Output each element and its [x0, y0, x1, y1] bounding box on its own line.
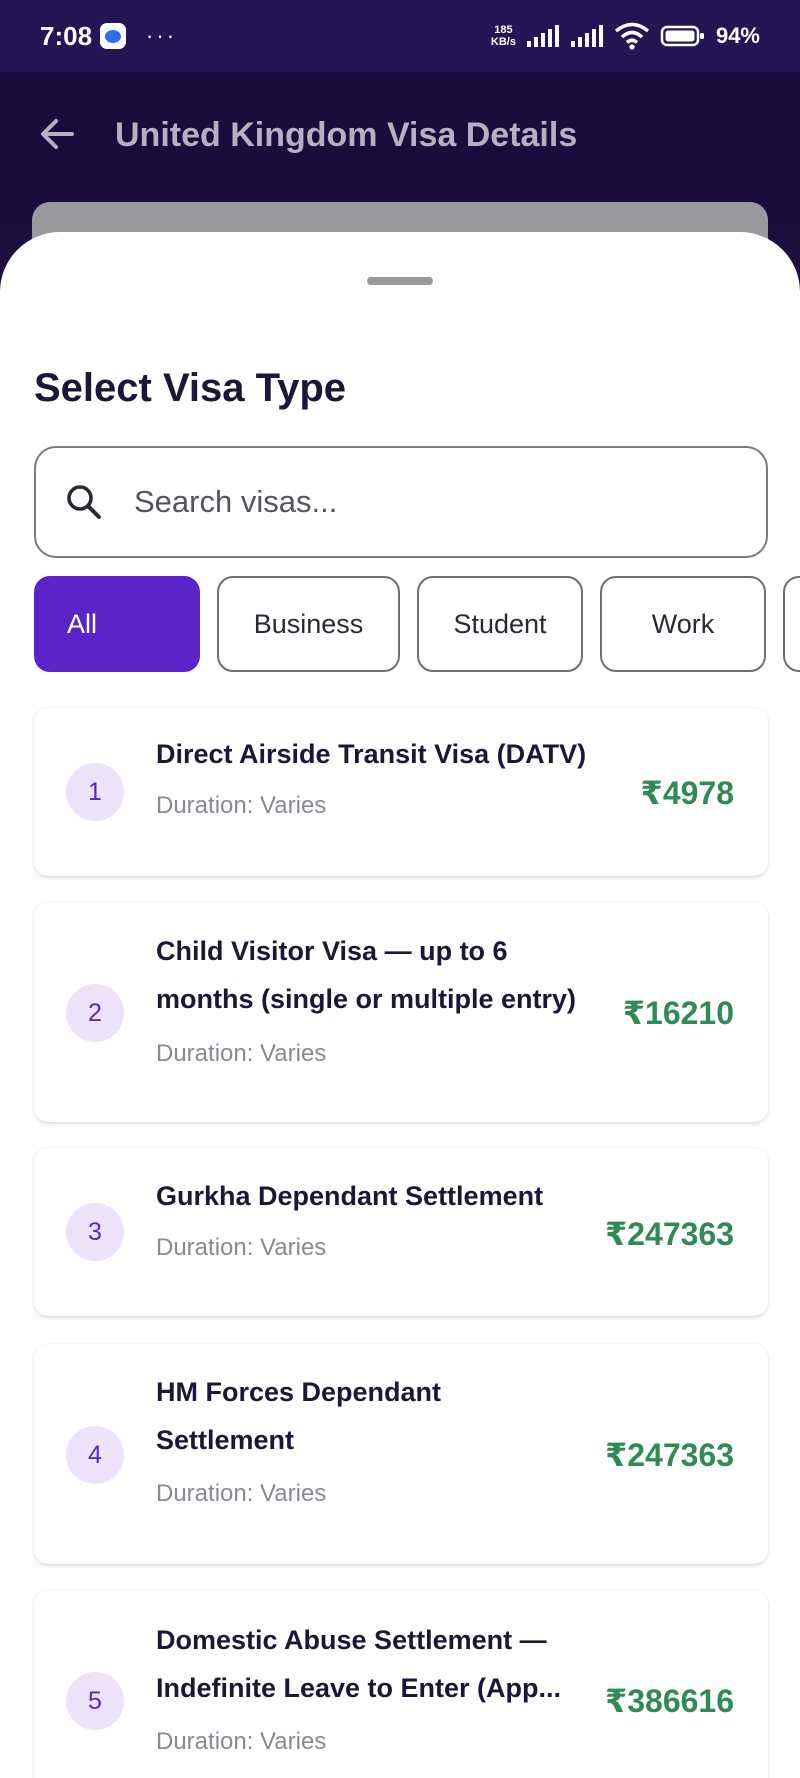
battery-icon — [660, 25, 704, 47]
visa-name: Direct Airside Transit Visa (DATV) — [156, 739, 587, 769]
sheet-title: Select Visa Type — [34, 366, 347, 410]
filter-chip-label: All — [67, 608, 98, 639]
visa-item[interactable]: 2 Child Visitor Visa — up to 6 months (s… — [34, 902, 768, 1122]
visa-item[interactable]: 5 Domestic Abuse Settlement — Indefinite… — [34, 1590, 768, 1778]
visa-price: ₹247363 — [604, 1437, 734, 1473]
visa-name-line-1: Domestic Abuse Settlement — — [156, 1625, 547, 1655]
visa-name-line-2: Indefinite Leave to Enter (App... — [156, 1673, 562, 1703]
visa-number-badge: 5 — [66, 1672, 124, 1730]
sheet-drag-handle[interactable] — [367, 277, 433, 285]
status-bar: 7:08 ··· 185 KB/s 94% — [0, 0, 800, 72]
visa-name: HM Forces Dependant Settlement — [156, 1377, 442, 1455]
app-screen: 7:08 ··· 185 KB/s 94% United Kingdom Vis… — [0, 0, 800, 1778]
visa-number-badge: 4 — [66, 1426, 124, 1484]
visa-duration: Duration: Varies — [156, 1040, 327, 1067]
visa-duration: Duration: Varies — [156, 1234, 327, 1261]
visa-type-bottom-sheet: Select Visa Type All Business Student Wo… — [0, 232, 800, 1778]
filter-chip-work[interactable]: Work — [600, 576, 766, 672]
page-title: United Kingdom Visa Details — [115, 116, 578, 154]
message-app-icon — [100, 23, 127, 49]
signal-2-icon — [570, 25, 603, 47]
visa-name: Child Visitor Visa — up to 6 months (sin… — [156, 936, 577, 1014]
arrow-left-icon[interactable] — [36, 112, 80, 156]
visa-number-badge: 1 — [66, 763, 124, 821]
filter-chip-label: Work — [651, 608, 715, 639]
filter-chip-student[interactable]: Student — [417, 576, 583, 672]
network-speed-unit: KB/s — [490, 36, 516, 48]
visa-item[interactable]: 1 Direct Airside Transit Visa (DATV) Dur… — [34, 708, 768, 876]
search-input[interactable] — [134, 484, 694, 520]
visa-price: ₹386616 — [604, 1683, 734, 1719]
network-speed-value: 185 — [494, 24, 513, 36]
filter-chip-more[interactable] — [783, 576, 800, 672]
visa-duration: Duration: Varies — [156, 1480, 327, 1507]
visa-price: ₹247363 — [604, 1216, 734, 1252]
more-notifications-icon: ··· — [146, 23, 178, 48]
visa-price: ₹16210 — [622, 995, 734, 1031]
status-time: 7:08 — [40, 20, 93, 51]
search-icon — [67, 485, 101, 519]
visa-price: ₹4978 — [640, 775, 734, 811]
visa-item[interactable]: 4 HM Forces Dependant Settlement Duratio… — [34, 1344, 768, 1564]
visa-name: Gurkha Dependant Settlement — [156, 1181, 544, 1211]
visa-number-badge: 3 — [66, 1203, 124, 1261]
app-bar: United Kingdom Visa Details — [0, 72, 800, 262]
filter-chip-label: Student — [453, 608, 547, 639]
battery-percent: 94% — [715, 23, 760, 48]
filter-chip-label: Business — [253, 608, 364, 639]
filter-chips: All Business Student Work — [34, 576, 800, 672]
filter-chip-business[interactable]: Business — [217, 576, 400, 672]
filter-chip-all[interactable]: All — [34, 576, 200, 672]
wifi-icon — [614, 22, 650, 50]
visa-duration: Duration: Varies — [156, 792, 327, 819]
visa-duration: Duration: Varies — [156, 1728, 327, 1755]
signal-1-icon — [526, 25, 559, 47]
status-right-group: 185 KB/s 94% — [491, 22, 760, 50]
visa-item[interactable]: 3 Gurkha Dependant Settlement Duration: … — [34, 1148, 768, 1316]
visa-number-badge: 2 — [66, 984, 124, 1042]
search-field[interactable] — [34, 446, 768, 558]
network-speed: 185 KB/s — [491, 24, 516, 48]
